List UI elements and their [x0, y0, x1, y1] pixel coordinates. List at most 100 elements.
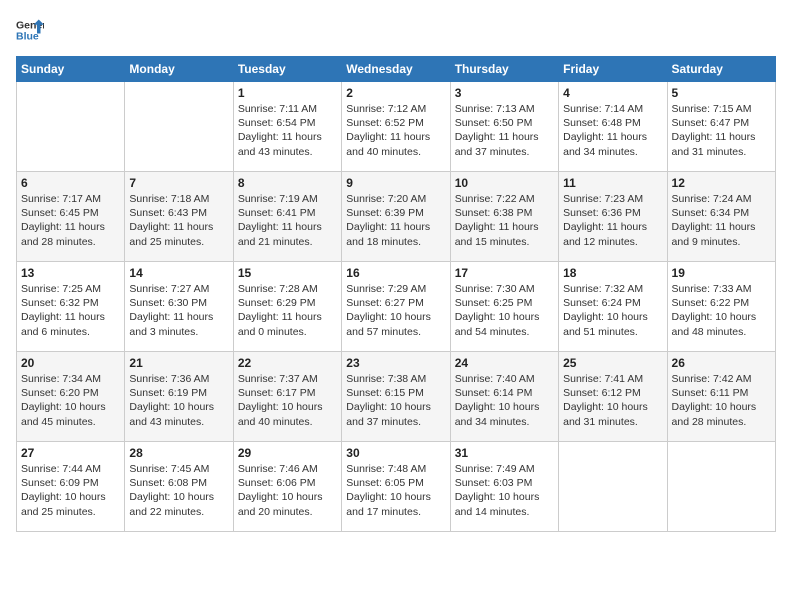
- day-info: Sunrise: 7:12 AM Sunset: 6:52 PM Dayligh…: [346, 102, 445, 159]
- day-number: 24: [455, 356, 554, 370]
- day-number: 19: [672, 266, 771, 280]
- calendar-cell: 15 Sunrise: 7:28 AM Sunset: 6:29 PM Dayli…: [233, 262, 341, 352]
- day-info: Sunrise: 7:14 AM Sunset: 6:48 PM Dayligh…: [563, 102, 662, 159]
- day-number: 23: [346, 356, 445, 370]
- calendar-cell: 2 Sunrise: 7:12 AM Sunset: 6:52 PM Daylig…: [342, 82, 450, 172]
- day-number: 4: [563, 86, 662, 100]
- day-info: Sunrise: 7:18 AM Sunset: 6:43 PM Dayligh…: [129, 192, 228, 249]
- logo-icon: General Blue: [16, 16, 44, 44]
- day-header-saturday: Saturday: [667, 57, 775, 82]
- calendar-cell: 17 Sunrise: 7:30 AM Sunset: 6:25 PM Dayli…: [450, 262, 558, 352]
- day-number: 1: [238, 86, 337, 100]
- day-info: Sunrise: 7:25 AM Sunset: 6:32 PM Dayligh…: [21, 282, 120, 339]
- day-header-thursday: Thursday: [450, 57, 558, 82]
- day-info: Sunrise: 7:11 AM Sunset: 6:54 PM Dayligh…: [238, 102, 337, 159]
- day-info: Sunrise: 7:19 AM Sunset: 6:41 PM Dayligh…: [238, 192, 337, 249]
- day-number: 27: [21, 446, 120, 460]
- day-info: Sunrise: 7:27 AM Sunset: 6:30 PM Dayligh…: [129, 282, 228, 339]
- calendar-cell: 14 Sunrise: 7:27 AM Sunset: 6:30 PM Dayli…: [125, 262, 233, 352]
- day-info: Sunrise: 7:30 AM Sunset: 6:25 PM Dayligh…: [455, 282, 554, 339]
- day-header-tuesday: Tuesday: [233, 57, 341, 82]
- day-number: 12: [672, 176, 771, 190]
- day-info: Sunrise: 7:41 AM Sunset: 6:12 PM Dayligh…: [563, 372, 662, 429]
- calendar-cell: [667, 442, 775, 532]
- day-header-friday: Friday: [559, 57, 667, 82]
- day-number: 13: [21, 266, 120, 280]
- calendar-week-row: 20 Sunrise: 7:34 AM Sunset: 6:20 PM Dayli…: [17, 352, 776, 442]
- calendar-cell: [559, 442, 667, 532]
- day-info: Sunrise: 7:46 AM Sunset: 6:06 PM Dayligh…: [238, 462, 337, 519]
- calendar-week-row: 27 Sunrise: 7:44 AM Sunset: 6:09 PM Dayli…: [17, 442, 776, 532]
- calendar-cell: 11 Sunrise: 7:23 AM Sunset: 6:36 PM Dayli…: [559, 172, 667, 262]
- day-header-sunday: Sunday: [17, 57, 125, 82]
- calendar-cell: 26Sunrise: 7:42 AM Sunset: 6:11 PM Dayli…: [667, 352, 775, 442]
- calendar-cell: 19 Sunrise: 7:33 AM Sunset: 6:22 PM Dayli…: [667, 262, 775, 352]
- day-number: 14: [129, 266, 228, 280]
- calendar-cell: 1 Sunrise: 7:11 AM Sunset: 6:54 PM Daylig…: [233, 82, 341, 172]
- day-number: 20: [21, 356, 120, 370]
- calendar-cell: 18 Sunrise: 7:32 AM Sunset: 6:24 PM Dayli…: [559, 262, 667, 352]
- day-info: Sunrise: 7:44 AM Sunset: 6:09 PM Dayligh…: [21, 462, 120, 519]
- day-info: Sunrise: 7:45 AM Sunset: 6:08 PM Dayligh…: [129, 462, 228, 519]
- calendar-cell: 28 Sunrise: 7:45 AM Sunset: 6:08 PM Dayli…: [125, 442, 233, 532]
- day-number: 10: [455, 176, 554, 190]
- day-number: 3: [455, 86, 554, 100]
- day-number: 28: [129, 446, 228, 460]
- calendar-cell: 27 Sunrise: 7:44 AM Sunset: 6:09 PM Dayli…: [17, 442, 125, 532]
- calendar-cell: 8 Sunrise: 7:19 AM Sunset: 6:41 PM Daylig…: [233, 172, 341, 262]
- day-number: 15: [238, 266, 337, 280]
- calendar-cell: 6Sunrise: 7:17 AM Sunset: 6:45 PM Daylig…: [17, 172, 125, 262]
- day-info: Sunrise: 7:34 AM Sunset: 6:20 PM Dayligh…: [21, 372, 120, 429]
- day-info: Sunrise: 7:13 AM Sunset: 6:50 PM Dayligh…: [455, 102, 554, 159]
- day-number: 16: [346, 266, 445, 280]
- svg-text:Blue: Blue: [16, 31, 39, 43]
- day-header-monday: Monday: [125, 57, 233, 82]
- day-number: 9: [346, 176, 445, 190]
- day-info: Sunrise: 7:23 AM Sunset: 6:36 PM Dayligh…: [563, 192, 662, 249]
- calendar-cell: 4 Sunrise: 7:14 AM Sunset: 6:48 PM Daylig…: [559, 82, 667, 172]
- day-info: Sunrise: 7:28 AM Sunset: 6:29 PM Dayligh…: [238, 282, 337, 339]
- day-number: 22: [238, 356, 337, 370]
- day-info: Sunrise: 7:40 AM Sunset: 6:14 PM Dayligh…: [455, 372, 554, 429]
- day-number: 18: [563, 266, 662, 280]
- calendar-week-row: 13 Sunrise: 7:25 AM Sunset: 6:32 PM Dayli…: [17, 262, 776, 352]
- day-number: 17: [455, 266, 554, 280]
- calendar-cell: 24 Sunrise: 7:40 AM Sunset: 6:14 PM Dayli…: [450, 352, 558, 442]
- calendar-cell: 9 Sunrise: 7:20 AM Sunset: 6:39 PM Daylig…: [342, 172, 450, 262]
- day-number: 11: [563, 176, 662, 190]
- day-number: 29: [238, 446, 337, 460]
- calendar-cell: 16Sunrise: 7:29 AM Sunset: 6:27 PM Dayli…: [342, 262, 450, 352]
- day-number: 7: [129, 176, 228, 190]
- calendar-table: SundayMondayTuesdayWednesdayThursdayFrid…: [16, 56, 776, 532]
- calendar-cell: 13 Sunrise: 7:25 AM Sunset: 6:32 PM Dayli…: [17, 262, 125, 352]
- day-info: Sunrise: 7:37 AM Sunset: 6:17 PM Dayligh…: [238, 372, 337, 429]
- day-info: Sunrise: 7:17 AM Sunset: 6:45 PM Dayligh…: [21, 192, 120, 249]
- day-info: Sunrise: 7:15 AM Sunset: 6:47 PM Dayligh…: [672, 102, 771, 159]
- calendar-cell: 7 Sunrise: 7:18 AM Sunset: 6:43 PM Daylig…: [125, 172, 233, 262]
- calendar-cell: 25 Sunrise: 7:41 AM Sunset: 6:12 PM Dayli…: [559, 352, 667, 442]
- day-info: Sunrise: 7:48 AM Sunset: 6:05 PM Dayligh…: [346, 462, 445, 519]
- day-number: 2: [346, 86, 445, 100]
- calendar-cell: [125, 82, 233, 172]
- day-info: Sunrise: 7:20 AM Sunset: 6:39 PM Dayligh…: [346, 192, 445, 249]
- day-info: Sunrise: 7:36 AM Sunset: 6:19 PM Dayligh…: [129, 372, 228, 429]
- calendar-cell: 21Sunrise: 7:36 AM Sunset: 6:19 PM Dayli…: [125, 352, 233, 442]
- calendar-header-row: SundayMondayTuesdayWednesdayThursdayFrid…: [17, 57, 776, 82]
- page-header: General Blue: [16, 16, 776, 44]
- day-info: Sunrise: 7:32 AM Sunset: 6:24 PM Dayligh…: [563, 282, 662, 339]
- day-number: 31: [455, 446, 554, 460]
- calendar-cell: 31 Sunrise: 7:49 AM Sunset: 6:03 PM Dayli…: [450, 442, 558, 532]
- day-number: 25: [563, 356, 662, 370]
- logo: General Blue: [16, 16, 50, 44]
- calendar-cell: 12Sunrise: 7:24 AM Sunset: 6:34 PM Dayli…: [667, 172, 775, 262]
- day-number: 8: [238, 176, 337, 190]
- calendar-body: 1 Sunrise: 7:11 AM Sunset: 6:54 PM Daylig…: [17, 82, 776, 532]
- calendar-cell: 22 Sunrise: 7:37 AM Sunset: 6:17 PM Dayli…: [233, 352, 341, 442]
- day-header-wednesday: Wednesday: [342, 57, 450, 82]
- calendar-cell: 30Sunrise: 7:48 AM Sunset: 6:05 PM Dayli…: [342, 442, 450, 532]
- day-info: Sunrise: 7:38 AM Sunset: 6:15 PM Dayligh…: [346, 372, 445, 429]
- calendar-week-row: 6Sunrise: 7:17 AM Sunset: 6:45 PM Daylig…: [17, 172, 776, 262]
- day-info: Sunrise: 7:42 AM Sunset: 6:11 PM Dayligh…: [672, 372, 771, 429]
- day-info: Sunrise: 7:49 AM Sunset: 6:03 PM Dayligh…: [455, 462, 554, 519]
- day-info: Sunrise: 7:33 AM Sunset: 6:22 PM Dayligh…: [672, 282, 771, 339]
